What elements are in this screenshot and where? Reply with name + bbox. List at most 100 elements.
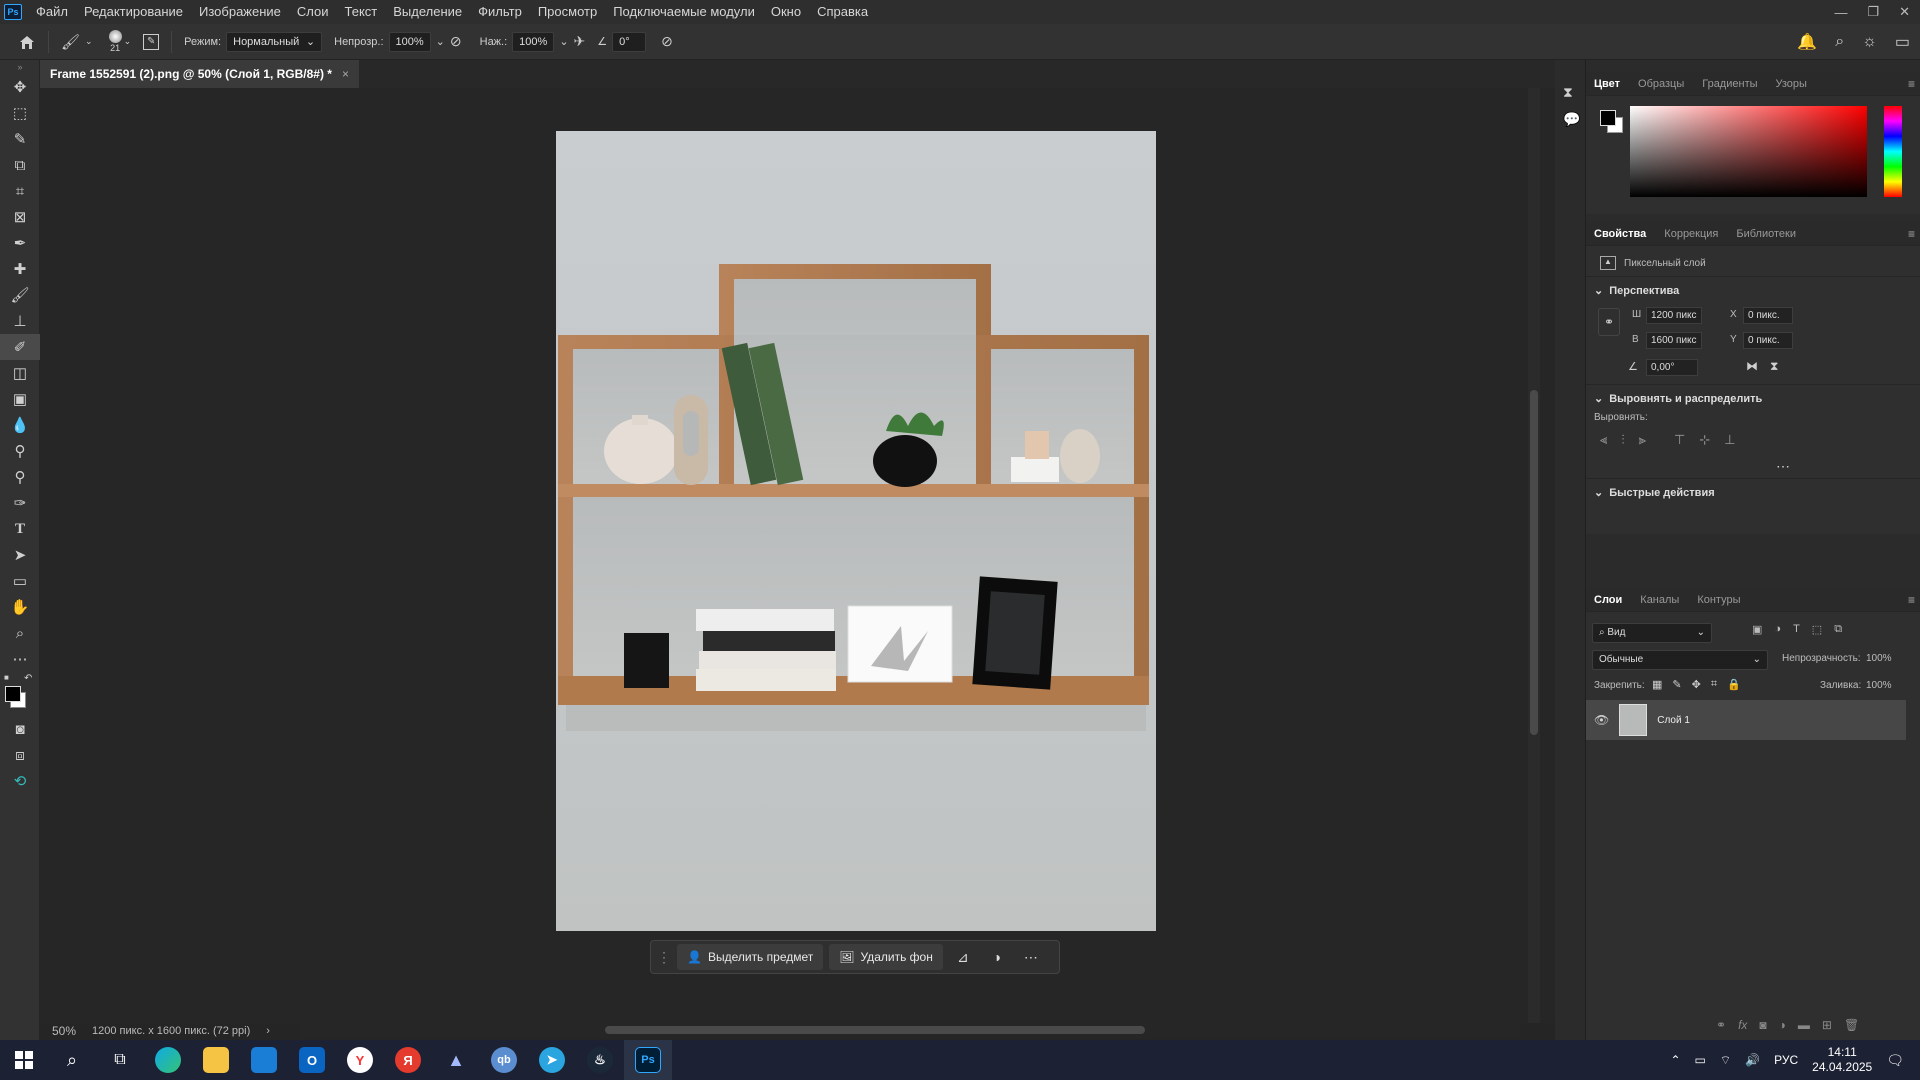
pressure-opacity-icon[interactable]: ⊘ — [450, 33, 462, 50]
wifi-icon[interactable]: ⌔ — [1720, 1053, 1731, 1068]
color-swatches[interactable]: ↶ ■ — [0, 672, 39, 716]
drag-handle-icon[interactable]: ⋮ — [657, 949, 671, 966]
layer-filter-select[interactable]: ⌕ Вид ⌄ — [1592, 623, 1712, 643]
store-icon[interactable] — [240, 1040, 288, 1080]
pressure-size-icon[interactable]: ⊘ — [661, 33, 673, 50]
zoom-brush-tool-icon[interactable]: ⚲ — [0, 464, 40, 490]
pressure-dropdown-icon[interactable]: ⌄ — [559, 35, 568, 48]
tab-adjustments[interactable]: Коррекция — [1664, 228, 1718, 240]
quick-select-tool-icon[interactable]: ✎ — [0, 126, 40, 152]
dodge-tool-icon[interactable]: ⚲ — [0, 438, 40, 464]
default-colors-icon[interactable]: ■ — [4, 673, 9, 682]
tab-paths[interactable]: Контуры — [1697, 594, 1740, 606]
move-tool-icon[interactable]: ✥ — [0, 74, 40, 100]
transform-icon[interactable]: ⊿ — [949, 944, 977, 970]
volume-icon[interactable]: 🔊 — [1745, 1053, 1760, 1067]
more-align-icon[interactable]: ⋯ — [1776, 458, 1790, 475]
hand-tool-icon[interactable]: ✋ — [0, 594, 40, 620]
spot-healing-tool-icon[interactable]: ✚ — [0, 256, 40, 282]
pen-tool-icon[interactable]: ✑ — [0, 490, 40, 516]
horizontal-scroll-thumb[interactable] — [605, 1026, 1145, 1034]
tab-color[interactable]: Цвет — [1594, 78, 1620, 90]
vertical-scroll-thumb[interactable] — [1530, 390, 1538, 735]
menu-view[interactable]: Просмотр — [530, 0, 605, 24]
brush-settings-button[interactable]: ✎ — [143, 33, 160, 50]
stamp-tool-icon[interactable]: ⊥ — [0, 308, 40, 334]
mode-select[interactable]: Нормальный ⌄ — [226, 31, 323, 52]
airbrush-icon[interactable]: ✈ — [574, 33, 586, 50]
tool-preset-picker[interactable]: 🖌 ⌄ — [61, 33, 93, 51]
eraser-tool-icon[interactable]: ◫ — [0, 360, 40, 386]
steam-icon[interactable]: ♨ — [576, 1040, 624, 1080]
visibility-eye-icon[interactable]: 👁 — [1594, 713, 1609, 727]
adjustment-layer-icon[interactable]: ◑ — [1779, 1018, 1786, 1032]
more-options-icon[interactable]: ⋯ — [1017, 944, 1045, 970]
tab-gradients[interactable]: Градиенты — [1702, 78, 1757, 90]
fx-icon[interactable]: fx — [1738, 1018, 1747, 1032]
layer-name[interactable]: Слой 1 — [1657, 715, 1690, 726]
rotation-input[interactable]: 0,00° — [1646, 359, 1698, 376]
home-button[interactable] — [18, 34, 36, 50]
restore-icon[interactable]: ❐ — [1867, 4, 1879, 20]
lock-pixels-icon[interactable]: ▦ — [1652, 678, 1662, 691]
adjustment-icon[interactable]: ◑ — [983, 944, 1011, 970]
filter-shape-icon[interactable]: ⬚ — [1812, 623, 1822, 636]
align-top-icon[interactable]: ⊤ — [1674, 432, 1685, 448]
menu-help[interactable]: Справка — [809, 0, 876, 24]
close-window-icon[interactable]: ✕ — [1899, 4, 1910, 20]
delete-layer-icon[interactable]: 🗑 — [1844, 1018, 1859, 1032]
qbittorrent-icon[interactable]: qb — [480, 1040, 528, 1080]
generative-icon[interactable]: ⟲ — [0, 768, 40, 794]
opacity-dropdown-icon[interactable]: ⌄ — [436, 35, 445, 48]
new-layer-icon[interactable]: ⊞ — [1822, 1018, 1832, 1032]
marquee-tool-icon[interactable]: ⬚ — [0, 100, 40, 126]
lock-paint-icon[interactable]: ✎ — [1672, 678, 1681, 691]
color-field[interactable] — [1630, 106, 1867, 197]
layer-row[interactable]: 👁 Слой 1 — [1586, 700, 1906, 740]
filter-adjust-icon[interactable]: ◑ — [1774, 623, 1781, 636]
remove-background-button[interactable]: 🖼 Удалить фон — [829, 944, 943, 970]
type-tool-icon[interactable]: T — [0, 516, 40, 542]
layers-menu-icon[interactable]: ≡ — [1908, 593, 1915, 607]
gradient-tool-icon[interactable]: ▣ — [0, 386, 40, 412]
tab-swatches[interactable]: Образцы — [1638, 78, 1684, 90]
filter-smart-icon[interactable]: ⧉ — [1834, 623, 1842, 636]
height-input[interactable]: 1600 пикс — [1646, 332, 1702, 349]
menu-text[interactable]: Текст — [337, 0, 386, 24]
menu-layers[interactable]: Слои — [289, 0, 337, 24]
status-arrow-icon[interactable]: › — [266, 1025, 270, 1037]
fill-value[interactable]: 100% — [1866, 680, 1892, 691]
flip-vertical-icon[interactable]: ⧗ — [1770, 359, 1778, 374]
link-layers-icon[interactable]: ⚭ — [1716, 1018, 1726, 1032]
properties-menu-icon[interactable]: ≡ — [1908, 227, 1915, 241]
opacity-input[interactable]: 100% — [388, 31, 431, 52]
screen-mode-icon[interactable]: ⧈ — [0, 742, 40, 768]
tab-properties[interactable]: Свойства — [1594, 228, 1646, 240]
tab-layers[interactable]: Слои — [1594, 594, 1622, 606]
clock[interactable]: 14:11 24.04.2025 — [1812, 1045, 1872, 1075]
x-input[interactable]: 0 пикс. — [1743, 307, 1793, 324]
workspace-icon[interactable]: ▭ — [1895, 32, 1910, 52]
tab-channels[interactable]: Каналы — [1640, 594, 1679, 606]
search-icon[interactable]: ⌕ — [1835, 33, 1844, 51]
perspective-section-toggle[interactable]: ⌄ Перспектива — [1594, 284, 1679, 298]
menu-file[interactable]: Файл — [28, 0, 76, 24]
discover-icon[interactable]: ☼ — [1862, 33, 1877, 51]
y-input[interactable]: 0 пикс. — [1743, 332, 1793, 349]
quick-mask-icon[interactable]: ◙ — [0, 716, 40, 742]
swap-colors-icon[interactable]: ↶ — [24, 673, 32, 684]
blur-tool-icon[interactable]: 💧 — [0, 412, 40, 438]
blend-mode-select[interactable]: Обычные ⌄ — [1592, 650, 1768, 670]
document-canvas[interactable] — [556, 131, 1156, 931]
tray-chevron-icon[interactable]: ⌃ — [1670, 1053, 1680, 1067]
photoshop-taskbar-icon[interactable]: Ps — [624, 1040, 672, 1080]
zoom-level[interactable]: 50% — [52, 1024, 76, 1038]
notifications-icon[interactable]: 🔔 — [1797, 32, 1817, 52]
link-dimensions-icon[interactable]: ⚭ — [1598, 308, 1620, 336]
filter-type-icon[interactable]: T — [1793, 623, 1800, 636]
add-mask-icon[interactable]: ◙ — [1759, 1018, 1766, 1032]
layer-opacity-value[interactable]: 100% — [1866, 653, 1892, 664]
brush-tool-icon[interactable]: 🖌 — [0, 282, 40, 308]
tab-patterns[interactable]: Узоры — [1776, 78, 1807, 90]
app-triangle-icon[interactable]: ▲ — [432, 1040, 480, 1080]
